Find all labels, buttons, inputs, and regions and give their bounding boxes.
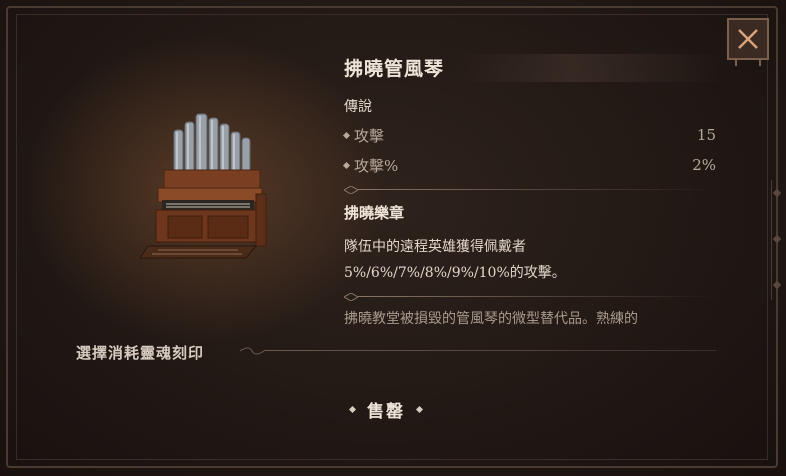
- close-x-icon: [738, 29, 758, 49]
- soul-engrave-divider: [240, 347, 716, 355]
- soul-engrave-selector[interactable]: 選擇消耗靈魂刻印: [76, 342, 204, 363]
- stat-name: 攻擊%: [354, 156, 399, 175]
- section-divider: [344, 293, 716, 301]
- stat-name: 攻擊: [354, 126, 385, 145]
- sell-button-label: 售罄: [367, 401, 405, 422]
- item-lore-text: 拂曉教堂被損毀的管風琴的微型替代品。熟練的: [344, 311, 638, 327]
- stat-value: 2%: [692, 156, 716, 174]
- close-button[interactable]: [727, 18, 769, 60]
- item-name: 拂曉管風琴: [344, 58, 445, 80]
- bullet-diamond-icon: [342, 131, 351, 139]
- sell-button[interactable]: 售罄: [326, 392, 446, 426]
- close-button-banner-tail: [735, 58, 761, 66]
- pipe-organ-icon: [139, 113, 267, 259]
- item-rarity: 傳說: [344, 99, 372, 115]
- item-detail-panel: 拂曉管風琴 傳說 攻擊 15 攻擊% 2% 拂曉樂章 隊伍中的遠程英雄獲得佩戴者…: [0, 0, 786, 476]
- bullet-diamond-icon: [342, 161, 351, 169]
- set-effect-title: 拂曉樂章: [344, 204, 405, 222]
- diamond-ornament-icon: [348, 405, 357, 413]
- set-effect-description-line2: 5%/6%/7%/8%/9%/10%的攻擊。: [344, 265, 566, 281]
- stat-value: 15: [696, 126, 716, 144]
- set-effect-description-line1: 隊伍中的遠程英雄獲得佩戴者: [344, 239, 526, 255]
- frame-side-ornament: [771, 180, 782, 300]
- stat-row-attack: 攻擊 15: [342, 124, 716, 146]
- diamond-ornament-icon: [415, 405, 424, 413]
- stat-row-attack-percent: 攻擊% 2%: [342, 154, 716, 176]
- section-divider: [344, 186, 716, 194]
